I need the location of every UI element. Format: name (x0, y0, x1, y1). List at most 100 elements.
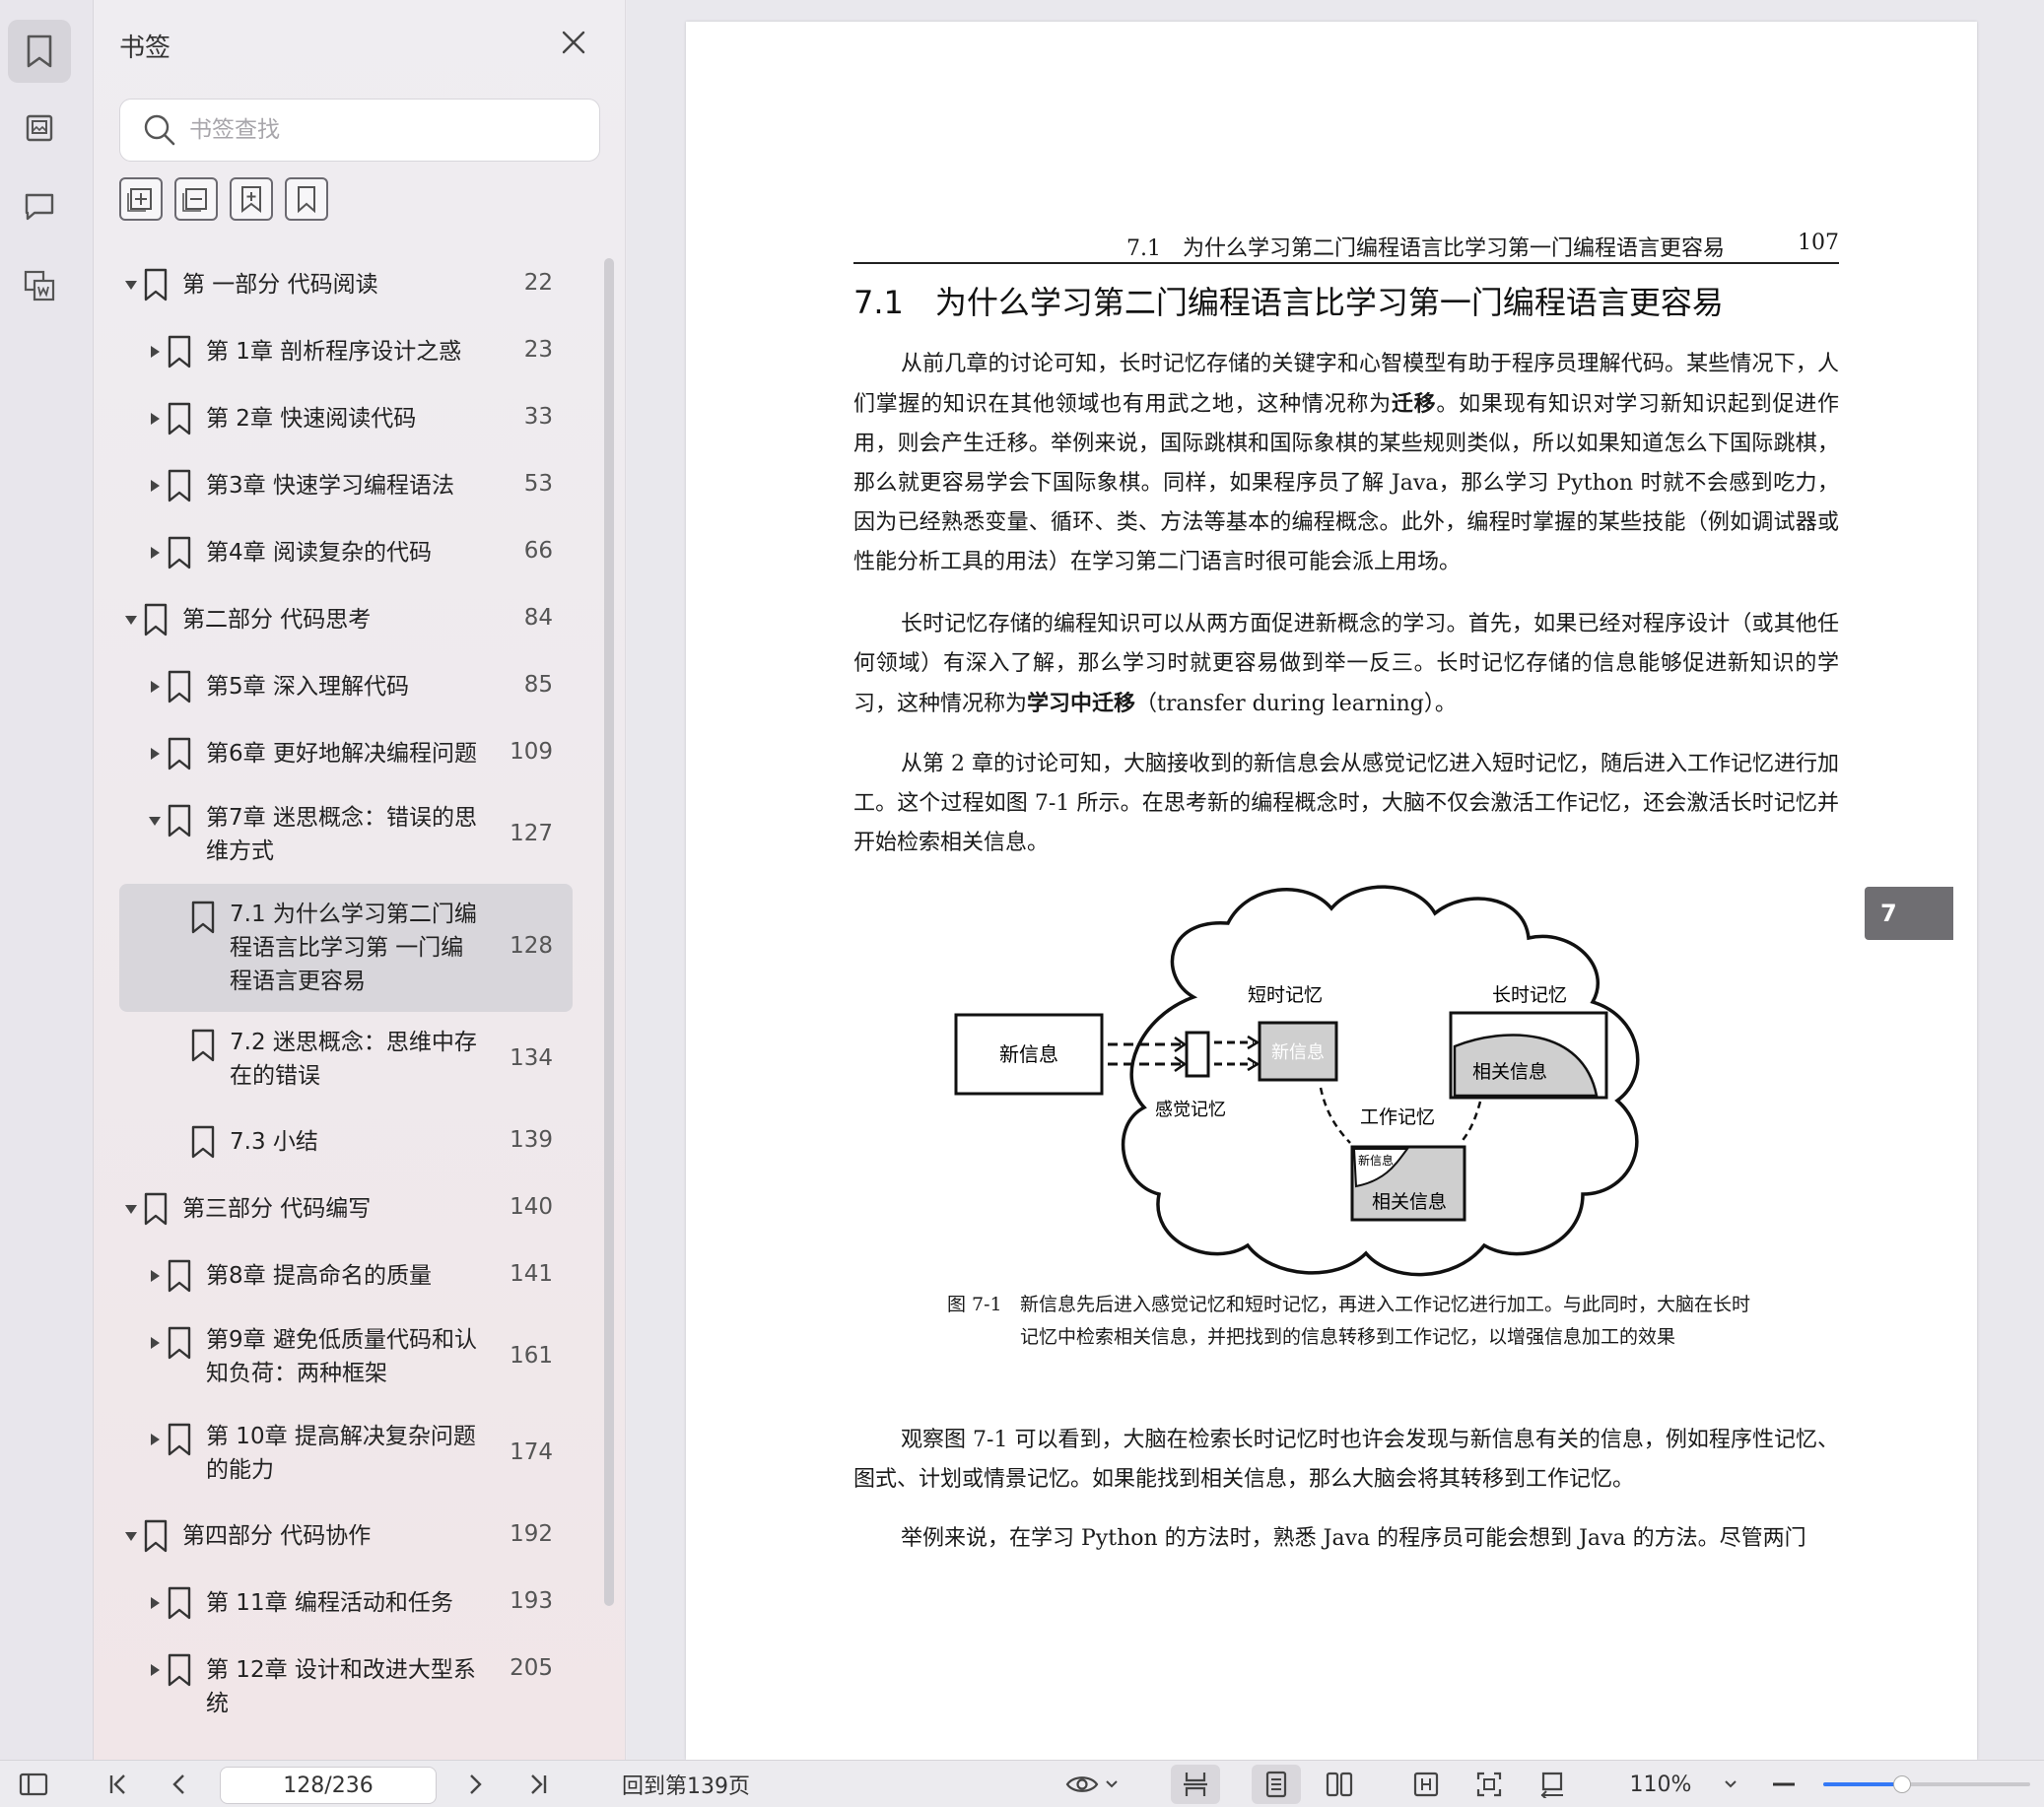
bookmark-item[interactable]: 第 2章 快速阅读代码 33 (119, 385, 573, 452)
bookmark-icon (141, 1191, 170, 1227)
rotate-icon (1540, 1772, 1563, 1798)
disclosure-expanded-icon[interactable] (147, 813, 163, 829)
previous-page-button[interactable] (160, 1761, 199, 1807)
document-viewer: 7.1 为什么学习第二门编程语言比学习第一门编程语言更容易 107 7.1 为什… (627, 0, 2044, 1760)
disclosure-expanded-icon[interactable] (123, 1201, 139, 1217)
disclosure-collapsed-icon[interactable] (147, 1662, 163, 1678)
bookmark-page-number: 84 (523, 605, 553, 631)
zoom-slider-knob[interactable] (1892, 1775, 1911, 1793)
bookmark-item[interactable]: 第8章 提高命名的质量 141 (119, 1242, 573, 1309)
bookmark-item[interactable]: 第5章 深入理解代码 85 (119, 653, 573, 720)
eye-icon (1065, 1776, 1099, 1792)
bookmark-search-box[interactable] (119, 99, 600, 162)
disclosure-collapsed-icon[interactable] (147, 1268, 163, 1284)
bookmark-item[interactable]: 7.1 为什么学习第二门编程语言比学习第 一门编程语言更容易 128 (119, 884, 573, 1012)
view-mode-dropdown[interactable] (1062, 1761, 1122, 1807)
single-page-button[interactable] (1252, 1765, 1301, 1804)
two-page-button[interactable] (1315, 1761, 1364, 1807)
zoom-out-button[interactable] (1764, 1761, 1804, 1807)
search-icon (140, 110, 179, 150)
bookmark-page-number: 193 (510, 1588, 553, 1614)
disclosure-collapsed-icon[interactable] (147, 478, 163, 494)
disclosure-collapsed-icon[interactable] (147, 1432, 163, 1447)
bookmark-label: 第8章 提高命名的质量 (206, 1263, 432, 1289)
bookmark-label: 第 一部分 代码阅读 (182, 272, 378, 298)
next-page-button[interactable] (455, 1761, 495, 1807)
collapse-all-icon (182, 188, 207, 212)
bookmark-item[interactable]: 第4章 阅读复杂的代码 66 (119, 519, 573, 586)
bookmark-icon (188, 1124, 218, 1160)
bookmark-page-number: 161 (510, 1343, 553, 1369)
extract-panel-button[interactable] (8, 254, 71, 317)
toggle-sidebar-button[interactable] (14, 1761, 53, 1807)
comment-panel-button[interactable] (8, 175, 71, 238)
bookmark-item[interactable]: 第二部分 代码思考 84 (119, 586, 573, 653)
last-page-button[interactable] (518, 1761, 558, 1807)
bookmark-icon (165, 1585, 194, 1621)
bookmark-button[interactable] (285, 177, 328, 221)
bookmark-panel-button[interactable] (8, 20, 71, 83)
rotate-button[interactable] (1528, 1761, 1577, 1807)
bookmark-item[interactable]: 第3章 快速学习编程语法 53 (119, 452, 573, 519)
bookmark-item[interactable]: 第 1章 剖析程序设计之惑 23 (119, 318, 573, 385)
comment-icon (25, 193, 54, 221)
bookmark-icon (165, 1652, 194, 1688)
collapse-all-button[interactable] (174, 177, 218, 221)
chevron-left-icon (172, 1774, 184, 1794)
disclosure-collapsed-icon[interactable] (147, 1595, 163, 1611)
last-page-icon (531, 1774, 547, 1794)
paragraph-4: 观察图 7-1 可以看到，大脑在检索长时记忆时也许会发现与新信息有关的信息，例如… (853, 1428, 1839, 1492)
zoom-dropdown-button[interactable] (1713, 1761, 1748, 1807)
disclosure-collapsed-icon[interactable] (147, 1335, 163, 1351)
thumbnail-panel-button[interactable] (8, 97, 71, 160)
disclosure-expanded-icon[interactable] (123, 1528, 139, 1544)
thumbnail-icon (26, 114, 53, 142)
return-to-page-link[interactable]: 回到第139页 (607, 1761, 765, 1807)
sidebar-scrollbar[interactable] (604, 258, 614, 1606)
bookmark-item[interactable]: 第 10章 提高解决复杂问题的能力 174 (119, 1406, 573, 1503)
first-page-icon (109, 1774, 125, 1794)
bookmark-page-number: 23 (523, 337, 553, 363)
fit-page-button[interactable] (1465, 1761, 1514, 1807)
bookmark-icon (165, 401, 194, 436)
bookmark-page-number: 66 (523, 538, 553, 564)
zoom-slider[interactable] (1823, 1775, 2030, 1793)
disclosure-collapsed-icon[interactable] (147, 344, 163, 360)
disclosure-collapsed-icon[interactable] (147, 746, 163, 762)
bookmark-item[interactable]: 第 12章 设计和改进大型系统 205 (119, 1637, 573, 1716)
expand-all-button[interactable] (119, 177, 163, 221)
disclosure-expanded-icon[interactable] (123, 612, 139, 628)
bookmark-item[interactable]: 第三部分 代码编写 140 (119, 1175, 573, 1242)
bookmark-item[interactable]: 第6章 更好地解决编程问题 109 (119, 720, 573, 787)
add-bookmark-button[interactable] (230, 177, 273, 221)
bookmark-icon (165, 669, 194, 704)
bookmark-page-number: 139 (510, 1127, 553, 1153)
add-bookmark-icon (241, 186, 261, 214)
bookmark-item[interactable]: 第 一部分 代码阅读 22 (119, 251, 573, 318)
working-new-info: 新信息 (1358, 1153, 1394, 1168)
sensory-memory-label: 感觉记忆 (1155, 1100, 1226, 1120)
zoom-level[interactable]: 110% (1616, 1761, 1705, 1807)
bookmark-item[interactable]: 7.2 迷思概念：思维中存在的错误 134 (119, 1012, 573, 1108)
bookmark-item[interactable]: 第四部分 代码协作 192 (119, 1503, 573, 1570)
disclosure-collapsed-icon[interactable] (147, 411, 163, 427)
bookmark-item[interactable]: 第9章 避免低质量代码和认知负荷：两种框架 161 (119, 1309, 573, 1406)
continuous-scroll-button[interactable] (1171, 1765, 1220, 1804)
bookmark-item[interactable]: 第 11章 编程活动和任务 193 (119, 1570, 573, 1637)
bookmark-label: 7.2 迷思概念：思维中存在的错误 (230, 1030, 477, 1089)
page-number-input[interactable] (220, 1767, 437, 1804)
disclosure-expanded-icon[interactable] (123, 277, 139, 293)
disclosure-collapsed-icon[interactable] (147, 545, 163, 561)
close-sidebar-button[interactable] (557, 26, 590, 59)
bookmark-item[interactable]: 第7章 迷思概念：错误的思维方式 127 (119, 787, 573, 884)
sensory-memory-box (1185, 1031, 1210, 1078)
first-page-button[interactable] (99, 1761, 138, 1807)
bookmark-icon (27, 34, 52, 68)
bookmark-item[interactable]: 7.3 小结 139 (119, 1108, 573, 1175)
fit-width-button[interactable] (1401, 1761, 1451, 1807)
bookmark-label: 第 12章 设计和改进大型系统 (206, 1657, 476, 1716)
bookmark-search-input[interactable] (189, 117, 564, 143)
bookmark-label: 7.1 为什么学习第二门编程语言比学习第 一门编程语言更容易 (230, 902, 477, 994)
disclosure-collapsed-icon[interactable] (147, 679, 163, 695)
chapter-thumb-tab: 7 (1865, 887, 1953, 940)
